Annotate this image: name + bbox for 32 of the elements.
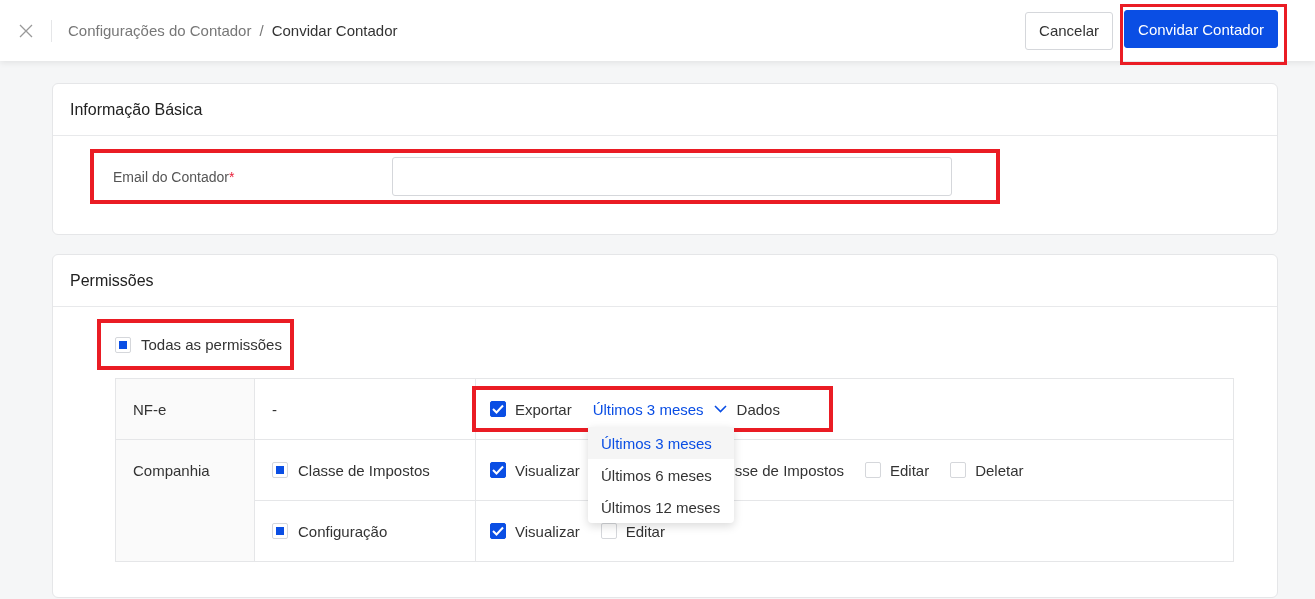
checkbox-label: Exportar	[515, 400, 572, 418]
checkbox-label: Visualizar	[515, 461, 580, 479]
checkbox-label: Configuração	[298, 522, 388, 540]
checkbox-label: Visualizar	[515, 522, 580, 540]
invite-button[interactable]: Convidar Contador	[1124, 10, 1278, 48]
dropdown-option[interactable]: Últimos 6 meses	[588, 459, 734, 491]
cancel-button[interactable]: Cancelar	[1025, 11, 1114, 50]
table-cell: -	[255, 379, 476, 440]
checkbox[interactable]	[490, 401, 506, 417]
dropdown-option[interactable]: Últimos 12 meses	[588, 491, 734, 523]
period-select[interactable]: Últimos 3 meses	[592, 400, 727, 418]
checkbox-label: Classe de Impostos	[298, 461, 430, 479]
field-label: Email do Contador*	[113, 168, 236, 185]
table-cell: NF-e	[116, 379, 255, 440]
breadcrumb-current: Convidar Contador	[271, 22, 398, 39]
email-field[interactable]	[392, 157, 952, 196]
close-icon[interactable]	[18, 22, 34, 39]
table-cell: Companhia	[116, 440, 255, 562]
breadcrumb-link[interactable]: Configurações do Contador	[68, 22, 252, 39]
dropdown-option[interactable]: Últimos 3 meses	[588, 427, 734, 459]
section-title: Permissões	[53, 255, 1277, 307]
section-title: Informação Básica	[53, 84, 1277, 136]
checkbox-label: Todas as permissões	[141, 336, 282, 353]
checkbox-label: sse de Impostos	[734, 461, 844, 479]
breadcrumb-separator: /	[259, 22, 264, 39]
checkbox[interactable]	[490, 462, 506, 478]
checkbox-label: Editar	[890, 461, 930, 479]
chevron-down-icon	[713, 405, 727, 413]
checkbox[interactable]	[490, 523, 506, 539]
checkbox-label: Deletar	[975, 461, 1024, 479]
action-label: Dados	[736, 400, 780, 418]
checkbox-label: Editar	[625, 522, 665, 540]
